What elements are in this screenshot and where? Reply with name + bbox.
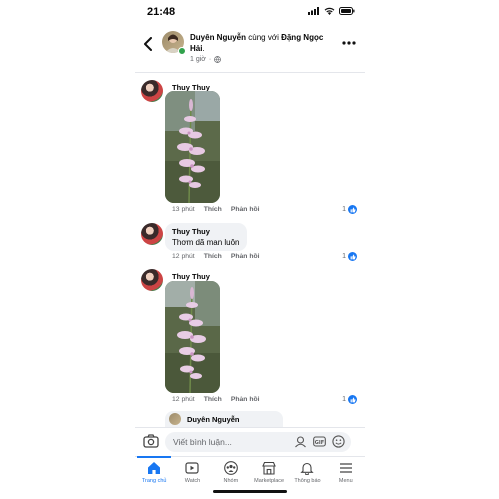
reply-link[interactable]: Phản hồi	[231, 206, 260, 213]
status-time: 21:48	[147, 6, 176, 18]
tab-label: Nhóm	[223, 478, 239, 484]
tab-label: Thông báo	[294, 478, 321, 484]
post-meta: 1 giờ ·	[190, 56, 222, 63]
tab-home[interactable]: Trang chủ	[135, 456, 173, 499]
menu-icon	[339, 463, 352, 473]
composer-icons: GIF	[294, 435, 345, 448]
header-divider	[135, 72, 365, 73]
reply-author-name[interactable]: Duyên Nguyễn	[187, 415, 240, 424]
post-header-title: Duyên Nguyễn cùng với Đặng Ngọc Hải.	[190, 32, 338, 54]
commenter-name[interactable]: Thuy Thuy	[172, 227, 240, 236]
back-arrow-icon[interactable]	[143, 37, 153, 51]
tab-watch[interactable]: Watch	[173, 457, 211, 499]
emoji-icon[interactable]	[332, 435, 345, 448]
title-trailing: .	[202, 44, 205, 53]
comment-photo[interactable]	[165, 91, 220, 203]
like-count: 1	[342, 206, 346, 213]
status-bar: 21:48	[135, 0, 365, 26]
commenter-avatar[interactable]	[141, 80, 163, 102]
online-status-dot	[178, 47, 186, 55]
author-name[interactable]: Duyên Nguyễn	[190, 33, 246, 42]
svg-text:GIF: GIF	[315, 440, 324, 446]
commenter-name[interactable]: Thuy Thuy	[172, 272, 210, 281]
comment-actions: 12 phút Thích Phản hồi	[172, 253, 260, 260]
bell-icon	[300, 462, 315, 475]
reply-avatar[interactable]	[169, 413, 181, 425]
groups-icon	[223, 461, 238, 475]
like-link[interactable]: Thích	[204, 253, 222, 260]
tab-label: Trang chủ	[141, 478, 167, 484]
comment-text: Thơm dã man luôn	[172, 238, 240, 247]
tab-notifications[interactable]: Thông báo	[288, 457, 326, 499]
like-count: 1	[342, 396, 346, 403]
phone-screen: 21:48 Duyên Nguyễn cùng với Đặng Ngọc Hả…	[135, 0, 365, 499]
comment-photo[interactable]	[165, 281, 220, 393]
battery-icon	[339, 7, 355, 15]
watch-icon	[185, 462, 200, 474]
tab-label: Menu	[338, 478, 353, 484]
status-icons	[308, 7, 355, 15]
thumbs-up-icon	[348, 252, 357, 261]
like-link[interactable]: Thích	[204, 396, 222, 403]
reaction-count[interactable]: 1	[342, 395, 357, 404]
camera-icon[interactable]	[143, 434, 159, 448]
reply-link[interactable]: Phản hồi	[231, 253, 260, 260]
tab-menu[interactable]: Menu	[327, 457, 365, 499]
comment-actions: 12 phút Thích Phản hồi	[172, 396, 260, 403]
comment-time: 13 phút	[172, 206, 195, 213]
wifi-icon	[324, 7, 335, 15]
commenter-avatar[interactable]	[141, 223, 163, 245]
gif-icon[interactable]: GIF	[313, 435, 326, 448]
tab-label: Watch	[184, 478, 201, 484]
post-time: 1 giờ	[190, 56, 206, 63]
marketplace-icon	[262, 461, 276, 475]
comment-time: 12 phút	[172, 253, 195, 260]
reply-preview[interactable]: Duyên Nguyễn	[165, 411, 283, 427]
home-indicator	[213, 490, 287, 493]
comment-bubble[interactable]: Thuy Thuy Thơm dã man luôn	[165, 223, 247, 251]
home-icon	[148, 462, 161, 474]
like-link[interactable]: Thích	[204, 206, 222, 213]
thumbs-up-icon	[348, 205, 357, 214]
commenter-avatar[interactable]	[141, 269, 163, 291]
comment-time: 12 phút	[172, 396, 195, 403]
post-header: Duyên Nguyễn cùng với Đặng Ngọc Hải. 1 g…	[135, 28, 365, 70]
reaction-count[interactable]: 1	[342, 205, 357, 214]
comment-actions: 13 phút Thích Phản hồi	[172, 206, 260, 213]
thumbs-up-icon	[348, 395, 357, 404]
dot-separator: ·	[208, 56, 212, 63]
like-count: 1	[342, 253, 346, 260]
reaction-count[interactable]: 1	[342, 252, 357, 261]
tab-label: Marketplace	[254, 478, 285, 484]
comment-composer: GIF	[135, 427, 365, 455]
with-text: cùng với	[248, 33, 279, 42]
avatar-sticker-icon[interactable]	[294, 435, 307, 448]
more-options-icon[interactable]	[342, 40, 356, 46]
reply-link[interactable]: Phản hồi	[231, 396, 260, 403]
signal-icon	[308, 7, 319, 15]
globe-icon	[214, 56, 222, 63]
